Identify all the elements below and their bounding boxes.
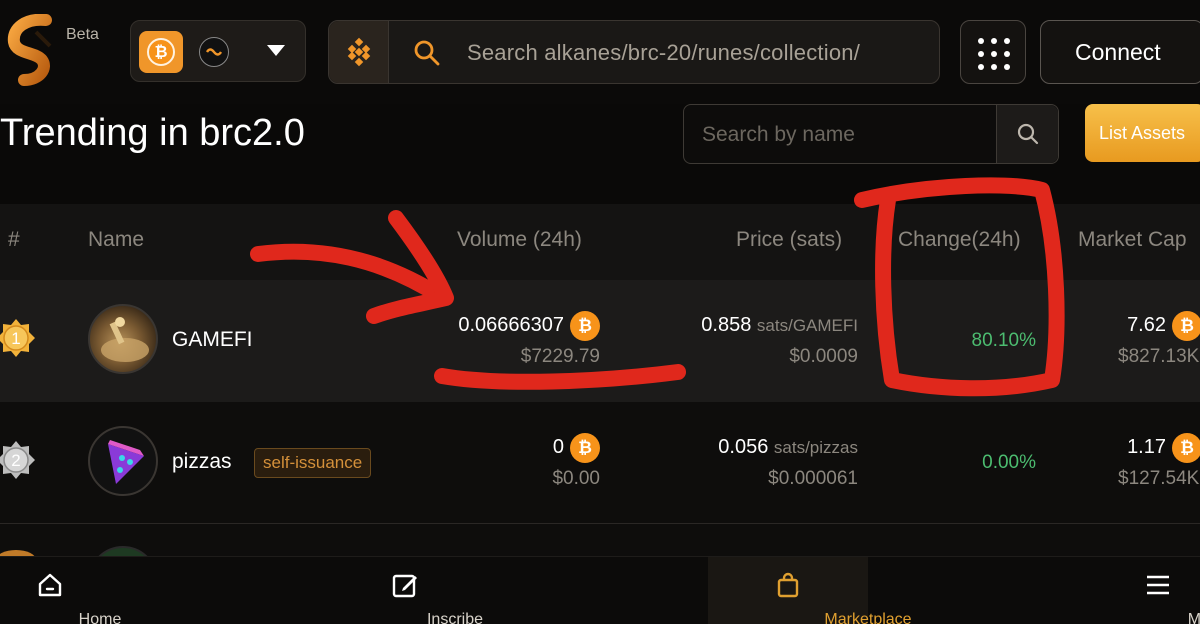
bitcoin-icon: ₿ [570,311,600,341]
volume-btc: 0 [552,436,564,458]
name-search-button[interactable] [996,105,1058,163]
list-assets-button[interactable]: List Assets [1085,104,1200,162]
self-issuance-badge: self-issuance [254,448,372,478]
bottom-navigation: Home Inscribe Marketplace More [0,556,1200,624]
bitcoin-icon: ₿ [1172,433,1200,463]
chain-selector[interactable]: ₿ [130,20,306,82]
global-search[interactable]: Search alkanes/brc-20/runes/collection/ [328,20,940,84]
name-search-placeholder[interactable]: Search by name [702,123,855,147]
nav-home[interactable]: Home [0,557,121,624]
nav-more[interactable]: More [1110,557,1200,624]
chevron-down-icon[interactable] [267,45,285,56]
svg-text:1: 1 [11,329,20,348]
price-usd: $0.000061 [768,468,858,489]
rank-column-header: # [8,228,20,251]
nav-marketplace-label: Marketplace [824,611,912,624]
home-icon [38,573,62,597]
market-cap-btc: 1.17 [1127,436,1166,458]
top-bar: Beta ₿ Search alkanes/brc-20/runes/colle… [0,0,1200,104]
price-value: 0.056 [718,436,769,458]
page-title: Trending in brc2.0 [0,112,305,154]
market-cap-usd: $127.54K [1118,468,1200,489]
global-search-placeholder[interactable]: Search alkanes/brc-20/runes/collection/ [467,40,860,66]
search-icon [414,40,440,66]
gamefi-avatar[interactable] [88,304,158,374]
market-cap-btc: 7.62 [1127,314,1166,336]
alkanes-chain-icon[interactable] [199,37,229,67]
bitcoin-chain-chip[interactable]: ₿ [139,31,183,73]
pizzas-avatar[interactable] [88,426,158,496]
bitcoin-icon: ₿ [570,433,600,463]
grid-icon [978,38,1010,70]
price-value: 0.858 [701,314,752,336]
table-row[interactable]: 1 GAMEFI 0.06666307 ₿ $7229.79 0.858 sat… [0,280,1200,402]
apps-grid-button[interactable] [960,20,1026,84]
price-value-group: 0.056 sats/pizzas [718,436,858,459]
price-unit: sats/pizzas [773,438,858,457]
edit-icon [392,574,417,598]
volume-column-header[interactable]: Volume (24h) [457,228,582,252]
table-header: # Name Volume (24h) Price (sats) Change(… [0,204,1200,280]
price-usd: $0.0009 [789,346,858,367]
price-unit: sats/GAMEFI [756,316,858,335]
change-24h: 80.10% [971,330,1036,351]
token-name[interactable]: GAMEFI [172,328,253,352]
nav-more-label: More [1187,611,1200,624]
menu-icon [1147,575,1169,595]
bitcoin-icon: ₿ [147,38,175,66]
name-column-header[interactable]: Name [88,228,144,252]
nav-inscribe[interactable]: Inscribe [355,557,483,624]
price-value-group: 0.858 sats/GAMEFI [701,314,858,337]
svg-text:2: 2 [11,451,20,470]
nav-inscribe-label: Inscribe [426,611,484,624]
nav-home-label: Home [78,611,122,624]
volume-usd: $0.00 [552,468,600,489]
beta-label: Beta [66,26,99,43]
market-cap-column-header[interactable]: Market Cap [1078,228,1187,252]
shopping-bag-icon [777,572,799,598]
binance-style-logo-icon[interactable] [329,21,389,83]
app-logo[interactable] [6,14,64,90]
change-column-header[interactable]: Change(24h) [898,228,1021,252]
connect-button[interactable]: Connect [1040,20,1200,84]
table-row[interactable]: 2 pizzas self-issuance 0 ₿ $0.00 0.056 s… [0,402,1200,524]
change-24h: 0.00% [982,452,1036,473]
volume-usd: $7229.79 [520,346,600,367]
market-cap-usd: $827.13K [1118,346,1200,367]
name-search-input[interactable]: Search by name [683,104,1059,164]
rank-1-badge-icon: 1 [0,319,35,357]
token-name[interactable]: pizzas [172,450,232,474]
bitcoin-icon: ₿ [1172,311,1200,341]
volume-btc: 0.06666307 [458,314,564,336]
price-column-header[interactable]: Price (sats) [736,228,842,252]
rank-2-badge-icon: 2 [0,441,35,479]
nav-marketplace[interactable]: Marketplace [708,557,912,624]
search-icon [1017,123,1038,145]
